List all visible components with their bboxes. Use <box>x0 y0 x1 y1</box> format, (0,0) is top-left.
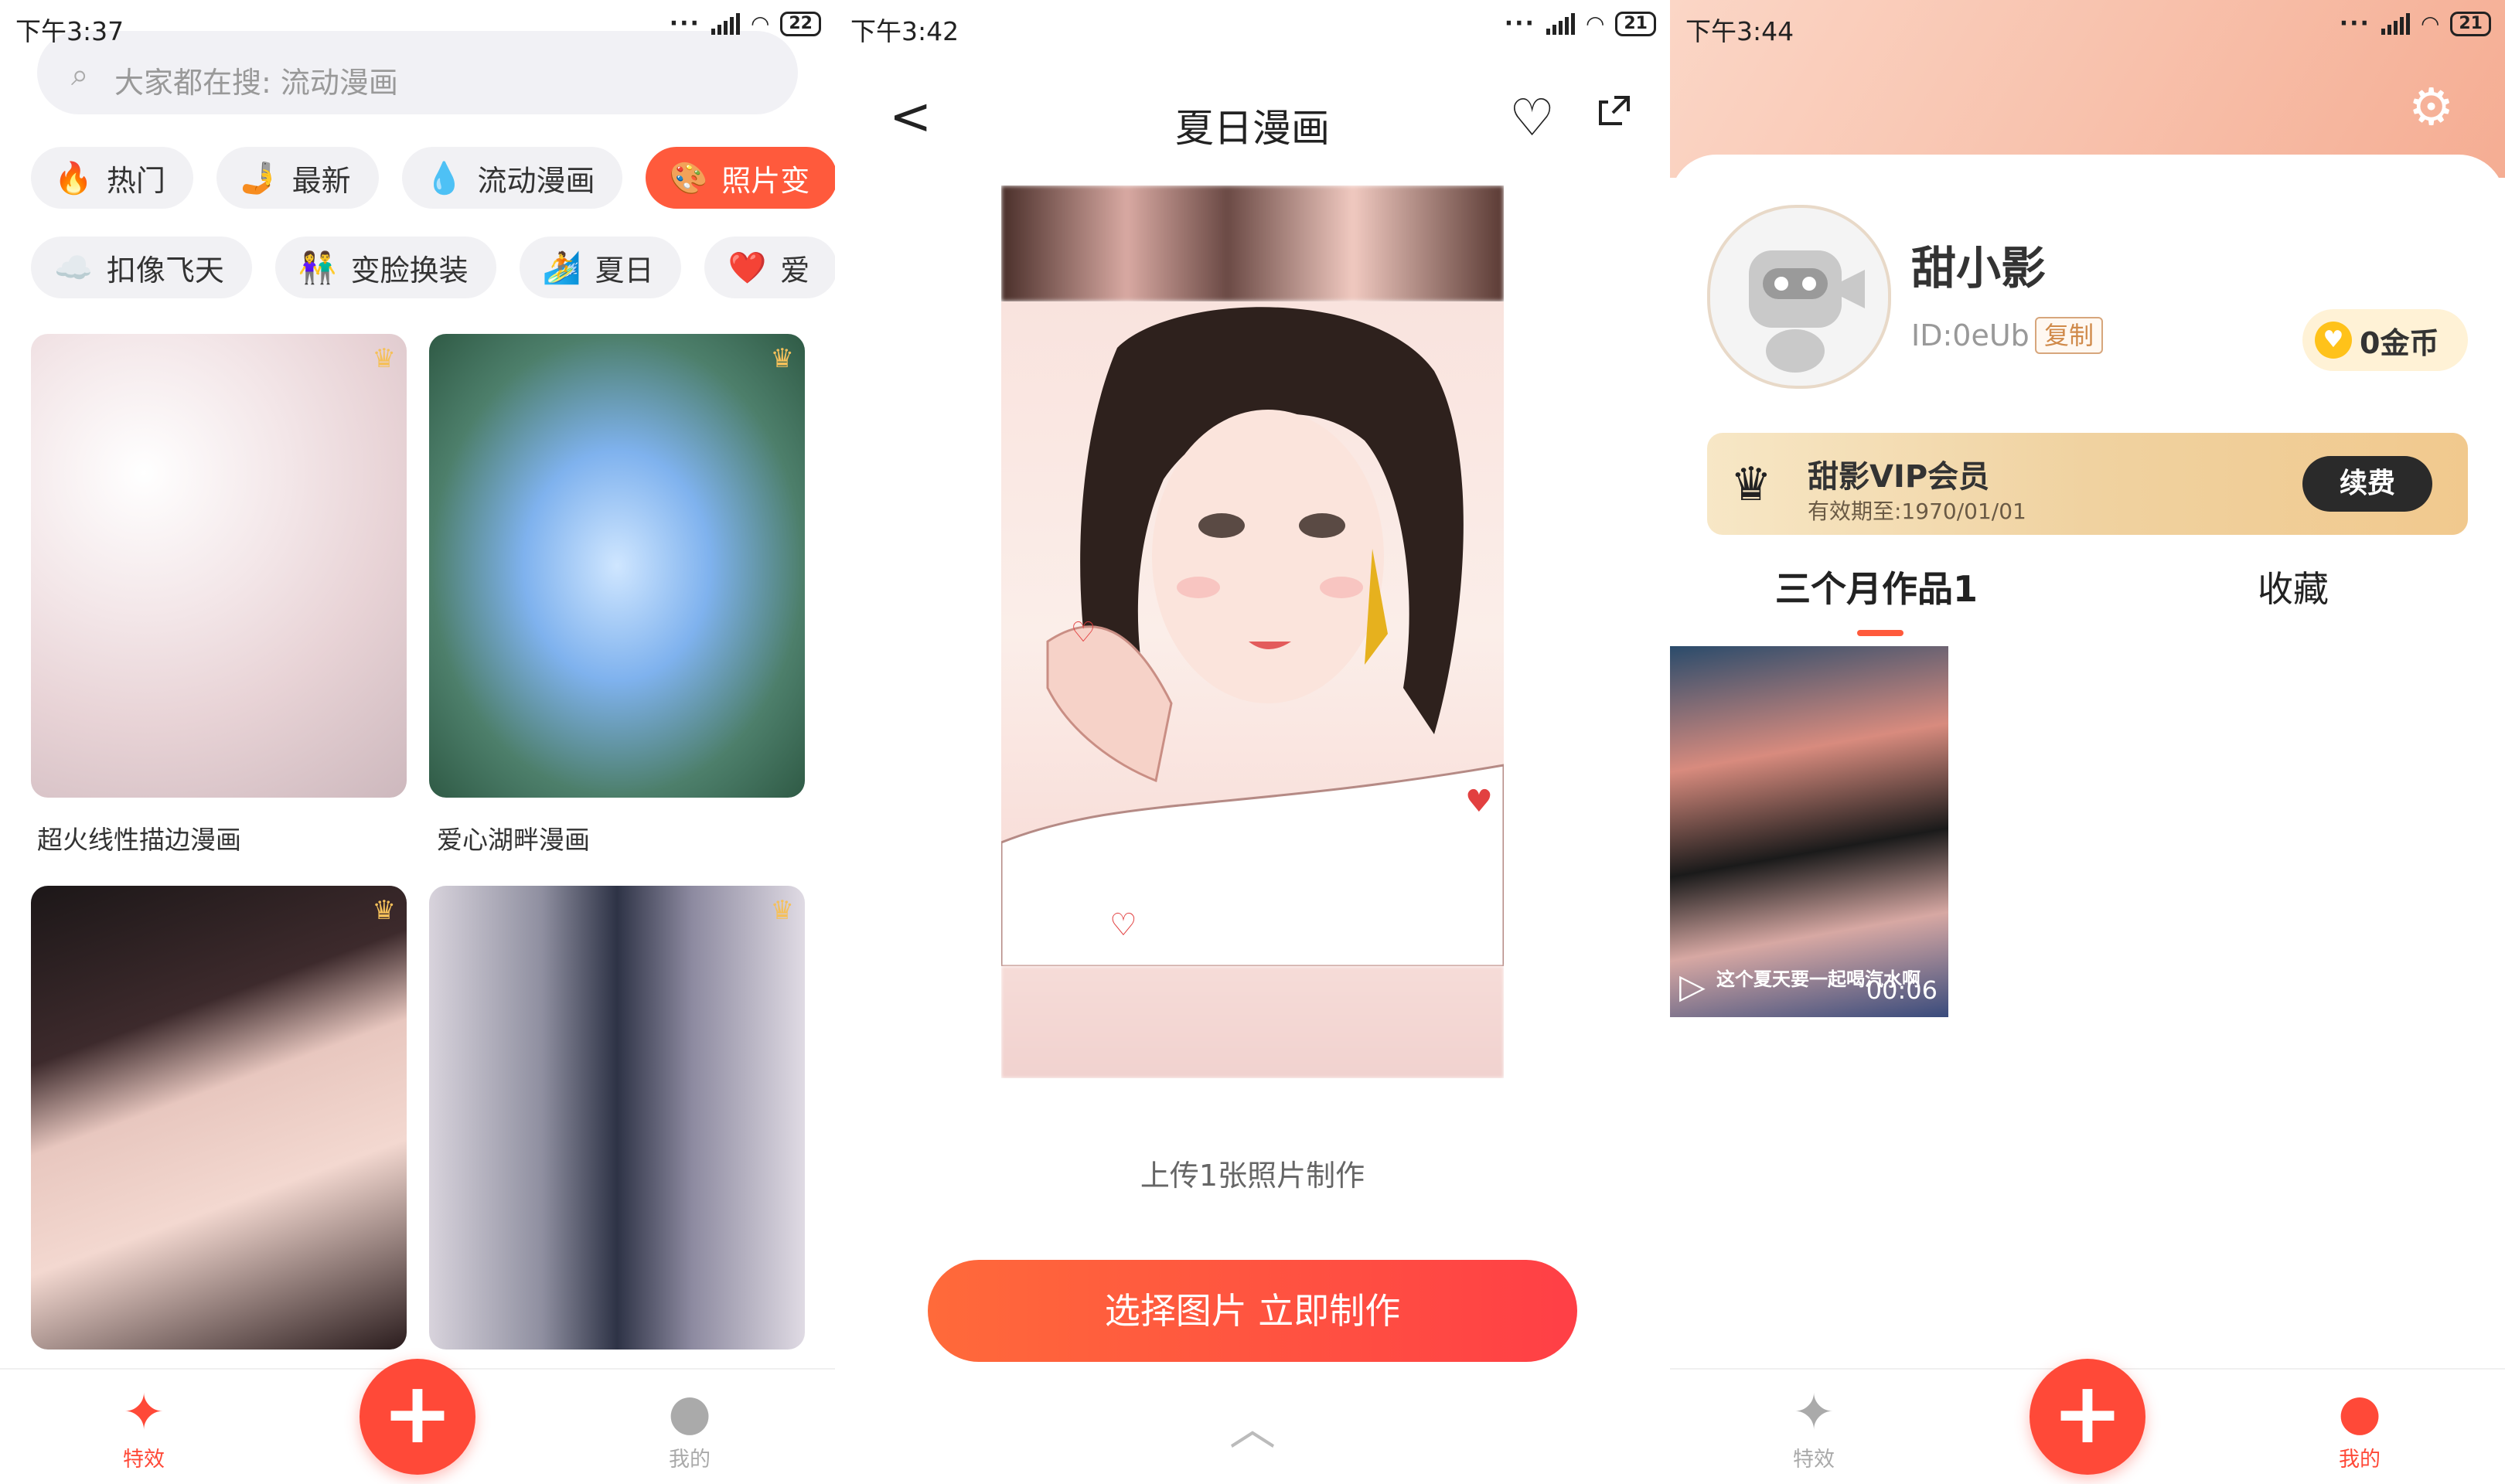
effect-detail-screen: 下午3:42 ··· ◠ 21 < 夏日漫画 ♡ ♡ ♡ ♥ 上传1张照片制作 … <box>835 0 1670 1484</box>
svg-text:♡: ♡ <box>1109 907 1137 943</box>
signal-icon <box>1546 12 1575 35</box>
tab-effects[interactable]: ✦ 特效 <box>82 1385 206 1472</box>
card-caption: 超火线性描边漫画 <box>37 825 241 855</box>
card-caption: 爱心湖畔漫画 <box>437 825 590 855</box>
chip-love[interactable]: ❤️ 爱 <box>704 237 835 298</box>
crown-icon: ♛ <box>372 343 396 374</box>
effect-card[interactable]: ♛ <box>31 886 407 1350</box>
svg-text:♥: ♥ <box>1465 784 1493 819</box>
vip-expiry: 有效期至:1970/01/01 <box>1808 499 2026 524</box>
work-duration: 00:06 <box>1866 975 1938 1005</box>
status-time: 下午3:44 <box>1685 16 1794 46</box>
chip-cutout-fly[interactable]: ☁️ 扣像飞天 <box>31 237 252 298</box>
chip-summer[interactable]: 🏄 夏日 <box>519 237 682 298</box>
tab-favorites[interactable]: 收藏 <box>2258 561 2329 612</box>
user-id: ID:0eUb <box>1911 318 2030 352</box>
search-placeholder: 大家都在搜: 流动漫画 <box>114 66 398 100</box>
more-dots-icon: ··· <box>669 9 700 37</box>
chip-newest[interactable]: 🤳 最新 <box>216 147 379 209</box>
chip-photo-change[interactable]: 🎨 照片变 <box>646 147 835 209</box>
effect-card[interactable]: ♛ <box>429 886 805 1350</box>
tab-mine[interactable]: ● 我的 <box>628 1385 752 1472</box>
category-chips-row1: 🔥 热门 🤳 最新 💧 流动漫画 🎨 照片变 <box>31 147 835 209</box>
vip-crown-icon: ♛ <box>1730 458 1772 512</box>
status-bar: 下午3:42 ··· ◠ 21 <box>835 0 1670 59</box>
status-bar: 下午3:44 ··· ◠ 21 <box>1670 0 2505 59</box>
magic-wand-icon: ✦ <box>123 1384 165 1441</box>
person-icon: ● <box>668 1384 711 1441</box>
work-thumbnail[interactable]: 这个夏天要一起喝汽水啊 ▷ 00:06 <box>1670 646 1948 1017</box>
crown-icon: ♛ <box>770 343 794 374</box>
svg-text:♡: ♡ <box>1071 617 1096 648</box>
vip-card[interactable]: ♛ 甜影VIP会员 有效期至:1970/01/01 续费 <box>1707 433 2468 535</box>
chevron-up-icon[interactable]: ︿ <box>835 1391 1670 1458</box>
active-tab-indicator <box>1857 630 1903 636</box>
crown-icon: ♛ <box>372 895 396 926</box>
create-button[interactable]: + <box>360 1359 475 1475</box>
discover-screen: 下午3:37 ··· ◠ 22 ⌕ 大家都在搜: 流动漫画 🔥 热门 🤳 最新 💧 流… <box>0 0 835 1484</box>
tab-mine[interactable]: ● 我的 <box>2298 1385 2422 1472</box>
chip-hot[interactable]: 🔥 热门 <box>31 147 193 209</box>
effect-card-heart-lake[interactable]: ♛ <box>429 334 805 798</box>
avatar[interactable] <box>1707 205 1891 389</box>
effect-card-line-comic[interactable]: ♛ <box>31 334 407 798</box>
search-icon: ⌕ <box>71 57 89 93</box>
user-name: 甜小影 <box>1911 242 2047 294</box>
selfie-icon: 🤳 <box>239 160 278 196</box>
chip-flow-comic[interactable]: 💧 流动漫画 <box>401 147 623 209</box>
battery-icon: 21 <box>2450 11 2491 36</box>
favorite-heart-icon[interactable]: ♡ <box>1509 88 1555 148</box>
tab-works[interactable]: 三个月作品1 <box>1775 561 1978 612</box>
battery-icon: 21 <box>1615 11 1656 36</box>
status-time: 下午3:42 <box>850 16 959 46</box>
cloud-icon: ☁️ <box>54 250 93 286</box>
signal-icon <box>711 12 740 35</box>
coin-balance[interactable]: ♥ 0金币 <box>2302 309 2468 371</box>
palette-icon: 🎨 <box>669 160 708 196</box>
more-dots-icon: ··· <box>2339 9 2370 37</box>
renew-button[interactable]: 续费 <box>2302 456 2432 512</box>
signal-icon <box>2381 12 2410 35</box>
effect-preview-image: ♡ ♡ ♥ <box>1001 186 1504 1078</box>
wifi-icon: ◠ <box>2420 11 2440 36</box>
chip-face-swap[interactable]: 👫 变脸换装 <box>274 237 496 298</box>
magic-wand-icon: ✦ <box>1793 1384 1835 1441</box>
share-icon[interactable] <box>1593 90 1636 133</box>
settings-gear-icon[interactable]: ⚙ <box>2408 77 2454 137</box>
fire-icon: 🔥 <box>54 160 93 196</box>
comic-girl-illustration: ♡ ♡ ♥ <box>1001 307 1504 968</box>
status-bar: 下午3:37 ··· ◠ 22 <box>0 0 835 59</box>
coin-icon: ♥ <box>2315 322 2352 359</box>
more-dots-icon: ··· <box>1504 9 1535 37</box>
create-button[interactable]: + <box>2030 1359 2145 1475</box>
default-avatar-icon <box>1749 250 1865 373</box>
wifi-icon: ◠ <box>1585 11 1605 36</box>
copy-id-button[interactable]: 复制 <box>2035 317 2104 354</box>
surfer-icon: 🏄 <box>542 250 581 286</box>
select-image-button[interactable]: 选择图片 立即制作 <box>928 1260 1577 1362</box>
vip-title: 甜影VIP会员 <box>1808 459 1990 495</box>
status-time: 下午3:37 <box>15 16 124 46</box>
tab-effects[interactable]: ✦ 特效 <box>1752 1385 1876 1472</box>
upload-hint: 上传1张照片制作 <box>1140 1159 1365 1193</box>
category-chips-row2: ☁️ 扣像飞天 👫 变脸换装 🏄 夏日 ❤️ 爱 <box>31 237 835 298</box>
person-icon: ● <box>2338 1384 2381 1441</box>
profile-screen: 下午3:44 ··· ◠ 21 ⚙ 甜小影 ID:0eUb 复制 ♥ 0金币 ♛… <box>1670 0 2505 1484</box>
wifi-icon: ◠ <box>750 11 770 36</box>
heart-icon: ❤️ <box>728 250 767 286</box>
nav-bar: < 夏日漫画 ♡ <box>835 59 1670 182</box>
battery-icon: 22 <box>780 11 821 36</box>
play-icon: ▷ <box>1679 967 1706 1006</box>
couple-icon: 👫 <box>298 250 337 286</box>
droplet-icon: 💧 <box>424 160 464 196</box>
crown-icon: ♛ <box>770 895 794 926</box>
